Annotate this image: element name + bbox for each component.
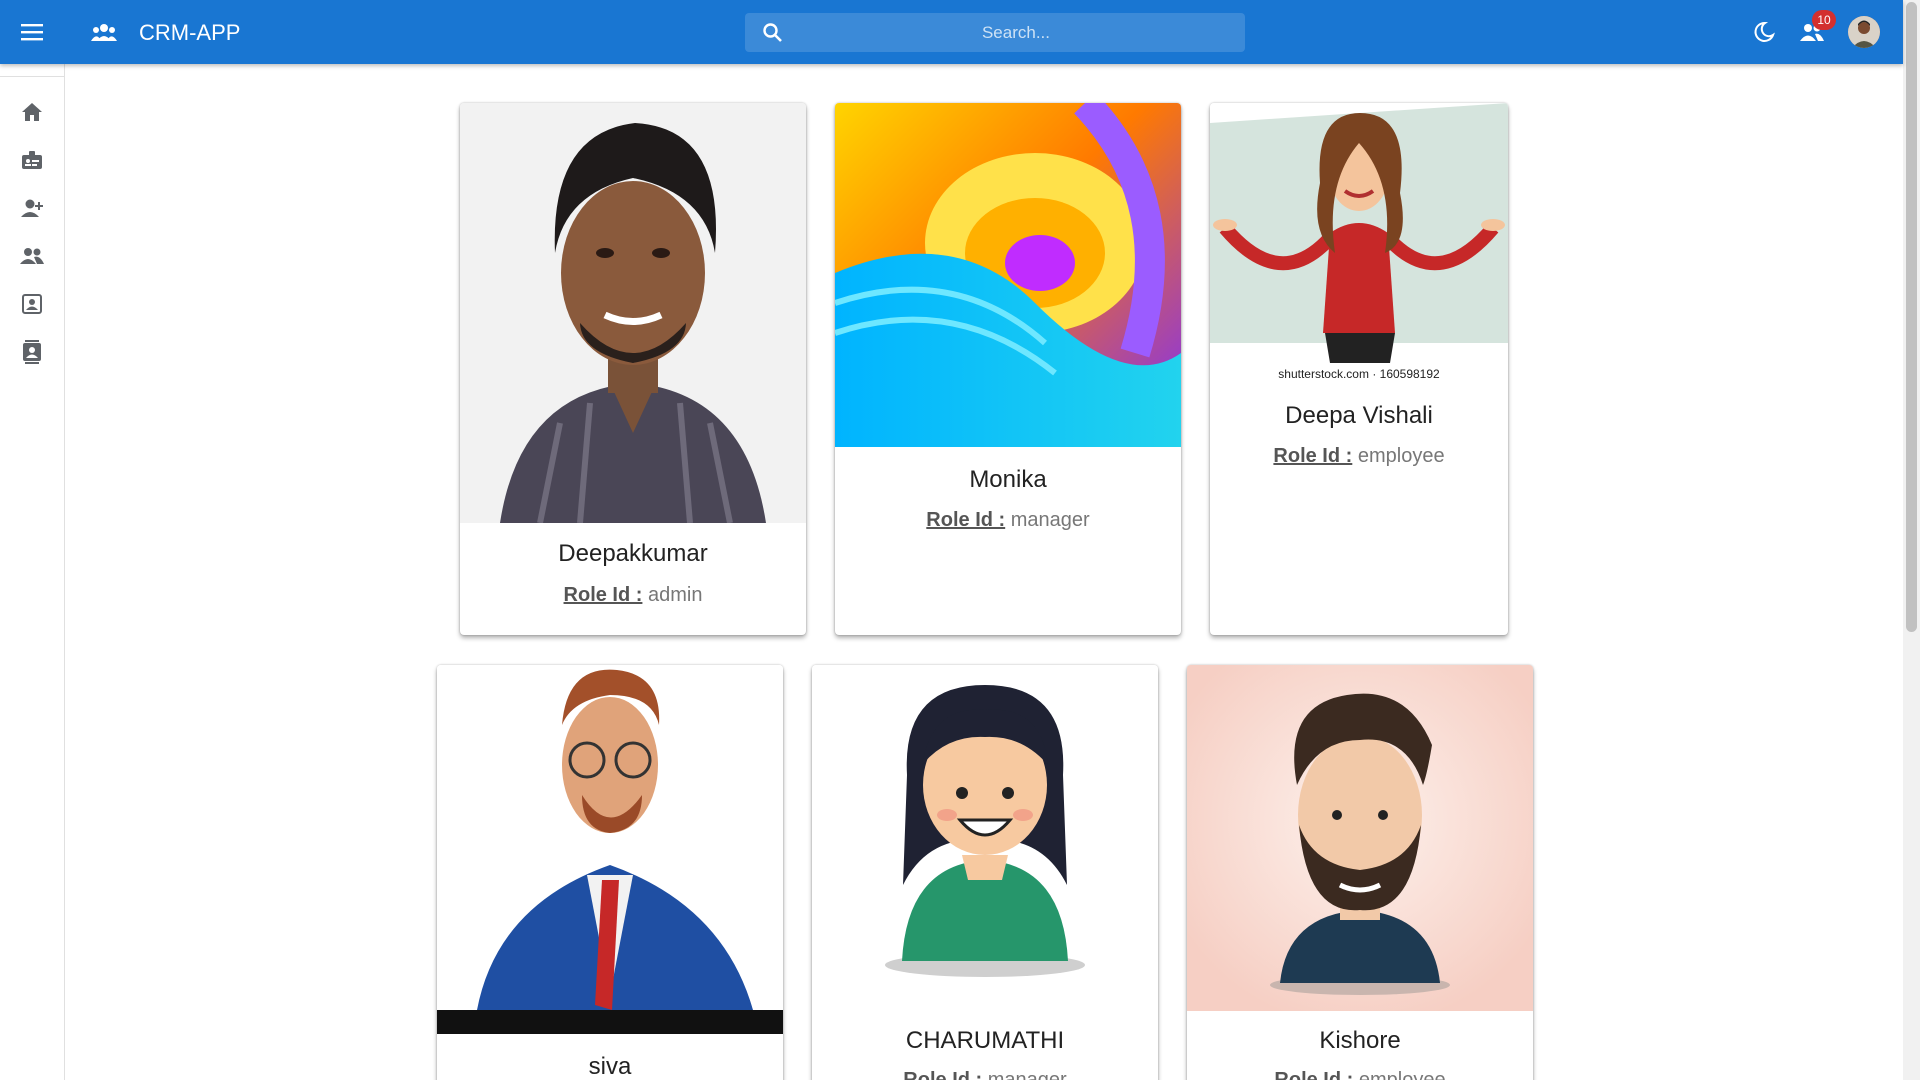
profile-role: Role Id : employee	[1210, 445, 1508, 468]
profile-name: Deepa Vishali	[1285, 402, 1433, 429]
notification-badge: 10	[1812, 10, 1836, 30]
profile-name: Kishore	[1319, 1027, 1401, 1054]
profile-name: siva	[588, 1053, 632, 1080]
profile-role: Role Id : admin	[460, 584, 806, 607]
role-value: manager	[1010, 509, 1090, 531]
contact-book-icon[interactable]	[18, 338, 46, 366]
role-value: manager	[987, 1069, 1067, 1080]
profile-card[interactable]: siva	[437, 665, 783, 1080]
role-label: Role Id :	[563, 584, 643, 606]
person-add-icon[interactable]	[18, 194, 46, 222]
group-icon	[90, 18, 118, 46]
profile-name: Deepakkumar	[558, 540, 708, 567]
profile-photo	[835, 103, 1181, 447]
sidebar	[0, 64, 65, 1080]
page-scrollbar[interactable]	[1903, 0, 1920, 1080]
app-bar: CRM-APP 10	[0, 0, 1903, 64]
scrollbar-thumb[interactable]	[1906, 2, 1917, 632]
role-label: Role Id :	[903, 1069, 983, 1080]
contact-icon[interactable]	[18, 290, 46, 318]
profile-card[interactable]: shutterstock.com · 160598192 Deepa Visha…	[1210, 103, 1508, 635]
role-label: Role Id :	[1274, 1069, 1354, 1080]
role-value: admin	[647, 584, 703, 606]
people-icon[interactable]	[18, 242, 46, 270]
profile-photo	[1210, 103, 1508, 363]
profile-card[interactable]: Deepakkumar Role Id : admin	[460, 103, 806, 635]
image-caption: shutterstock.com · 160598192	[1278, 367, 1440, 381]
profile-photo	[437, 665, 783, 1034]
home-icon[interactable]	[18, 98, 46, 126]
app-title[interactable]: CRM-APP	[139, 20, 240, 46]
menu-icon[interactable]	[18, 18, 46, 46]
role-label: Role Id :	[1273, 445, 1353, 467]
profile-name: Monika	[969, 466, 1047, 493]
badge-icon[interactable]	[18, 146, 46, 174]
role-value: employee	[1358, 1069, 1446, 1080]
profile-card[interactable]: Kishore Role Id : employee	[1187, 665, 1533, 1080]
profile-role: Role Id : manager	[812, 1069, 1158, 1080]
profile-photo	[812, 665, 1158, 1005]
search-input[interactable]	[801, 13, 1231, 52]
dark-mode-icon[interactable]	[1750, 18, 1778, 46]
sidebar-divider	[0, 76, 64, 77]
profile-role: Role Id : employee	[1187, 1069, 1533, 1080]
search-icon	[761, 21, 785, 45]
profile-card[interactable]: Monika Role Id : manager	[835, 103, 1181, 635]
profile-photo	[1187, 665, 1533, 1011]
search-bar[interactable]	[745, 13, 1245, 52]
profile-name: CHARUMATHI	[905, 1027, 1065, 1054]
profile-role: Role Id : manager	[835, 509, 1181, 532]
account-avatar[interactable]	[1848, 16, 1880, 48]
role-label: Role Id :	[926, 509, 1006, 531]
role-value: employee	[1357, 445, 1445, 467]
profile-card[interactable]: CHARUMATHI Role Id : manager	[812, 665, 1158, 1080]
profile-photo	[460, 103, 806, 523]
